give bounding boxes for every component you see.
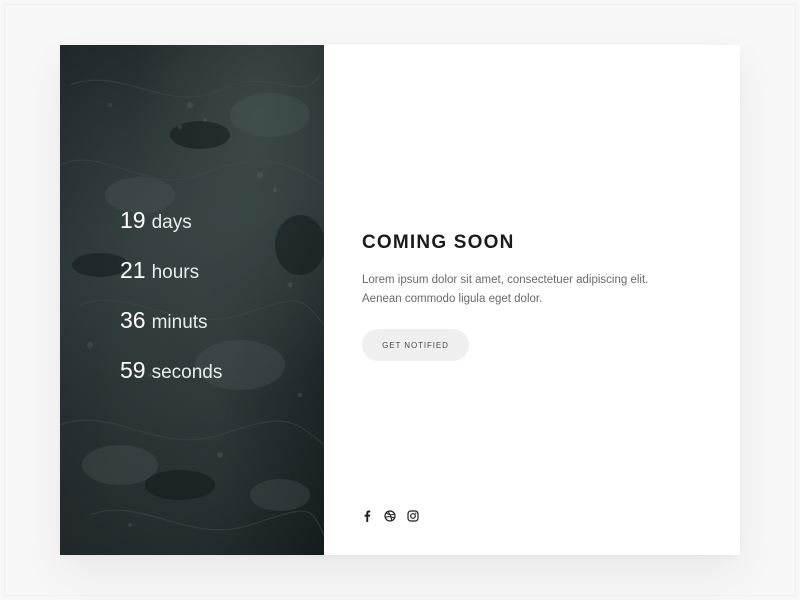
countdown-seconds: 59 seconds (120, 357, 222, 407)
dribbble-icon (384, 510, 396, 522)
social-links (361, 510, 419, 522)
description: Lorem ipsum dolor sit amet, consectetuer… (362, 271, 662, 309)
countdown-days: 19 days (120, 207, 222, 257)
hours-value: 21 (120, 257, 146, 283)
countdown-minutes: 36 minuts (120, 307, 222, 357)
facebook-link[interactable] (361, 510, 373, 522)
get-notified-button[interactable]: GET NOTIFIED (362, 329, 469, 361)
page-title: COMING SOON (362, 232, 515, 253)
hours-label: hours (151, 262, 200, 283)
seconds-label: seconds (151, 362, 223, 383)
minutes-label: minuts (151, 312, 208, 333)
instagram-link[interactable] (407, 510, 419, 522)
minutes-value: 36 (120, 307, 146, 333)
description-line-1: Lorem ipsum dolor sit amet, consectetuer… (362, 274, 649, 286)
days-label: days (151, 212, 192, 233)
coming-soon-card: 19 days 21 hours 36 minuts 59 seconds CO… (60, 45, 740, 555)
content-panel: COMING SOON Lorem ipsum dolor sit amet, … (324, 45, 740, 555)
instagram-icon (407, 510, 419, 522)
seconds-value: 59 (120, 357, 146, 383)
countdown-hours: 21 hours (120, 257, 222, 307)
dribbble-link[interactable] (384, 510, 396, 522)
days-value: 19 (120, 207, 146, 233)
description-line-2: Aenean commodo ligula eget dolor. (362, 293, 543, 305)
countdown-timer: 19 days 21 hours 36 minuts 59 seconds (120, 207, 222, 407)
facebook-icon (364, 510, 371, 522)
countdown-panel: 19 days 21 hours 36 minuts 59 seconds (60, 45, 324, 555)
